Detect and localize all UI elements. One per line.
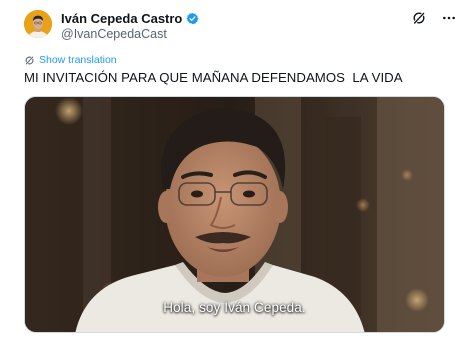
show-translation-label[interactable]: Show translation <box>39 54 117 66</box>
translate-icon <box>25 55 34 65</box>
author-handle[interactable]: @IvanCepedaCast <box>61 27 167 41</box>
author-display-name[interactable]: Iván Cepeda Castro <box>61 11 182 26</box>
tweet-text: MI INVITACIÓN PARA QUE MAÑANA DEFENDAMOS… <box>24 70 403 85</box>
author-name-row: Iván Cepeda Castro <box>61 10 199 26</box>
tweet-top-actions <box>411 10 457 26</box>
tweet-video[interactable]: Hola, soy Iván Cepeda. <box>24 96 445 333</box>
person-avatar-icon <box>24 10 52 38</box>
grok-icon[interactable] <box>411 10 427 26</box>
video-frame <box>25 97 444 332</box>
avatar[interactable] <box>24 10 52 38</box>
tweet: Iván Cepeda Castro @IvanCepedaCast Show … <box>0 0 471 346</box>
show-translation-link[interactable]: Show translation <box>24 54 117 66</box>
more-options-icon[interactable] <box>441 10 457 26</box>
verified-badge-icon[interactable] <box>186 12 199 25</box>
video-subtitle: Hola, soy Iván Cepeda. <box>163 300 306 315</box>
